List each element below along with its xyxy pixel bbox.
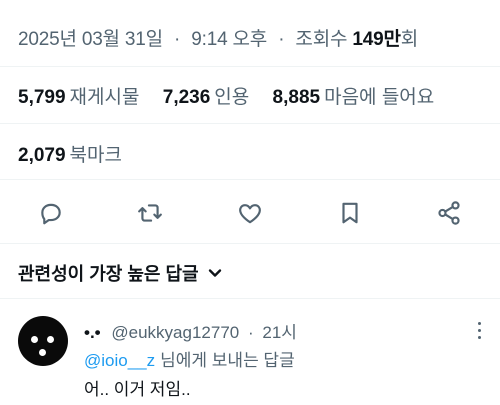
meta-separator: · <box>174 29 181 50</box>
stat-reposts[interactable]: 5,799 재게시물 <box>18 82 139 109</box>
mention-link[interactable]: @ioio__z <box>84 351 155 370</box>
views-count: 149만 <box>352 29 401 50</box>
meta-separator: · <box>247 323 254 342</box>
stat-label: 재게시물 <box>69 87 140 108</box>
stat-label: 북마크 <box>69 145 122 166</box>
reply-button[interactable] <box>34 196 68 230</box>
repost-button[interactable] <box>133 196 167 230</box>
divider <box>0 66 500 67</box>
avatar[interactable] <box>18 316 68 366</box>
stat-likes[interactable]: 8,885 마음에 들어요 <box>273 82 435 109</box>
engagement-stats: 5,799 재게시물 7,236 인용 8,885 마음에 들어요 <box>18 82 452 109</box>
reply-sort-dropdown[interactable]: 관련성이 가장 높은 답글 <box>18 260 223 286</box>
more-options-button[interactable] <box>470 318 490 342</box>
replying-to-line: @ioio__z 님에게 보내는 답글 <box>84 346 295 371</box>
stat-label: 인용 <box>214 87 250 108</box>
post-timestamp-row: 2025년 03월 31일 · 9:14 오후 · 조회수 149만회 <box>18 24 418 51</box>
share-button[interactable] <box>432 196 466 230</box>
post-time[interactable]: 9:14 오후 <box>191 29 267 50</box>
action-bar <box>0 190 500 234</box>
repost-icon <box>138 204 162 222</box>
divider <box>0 243 500 244</box>
divider <box>0 179 500 180</box>
post-date: 2025년 03월 31일 <box>18 29 163 50</box>
stat-label: 마음에 들어요 <box>324 87 435 108</box>
reply-text: 어.. 이거 저임.. <box>84 380 191 399</box>
like-button[interactable] <box>233 196 267 230</box>
meta-separator: · <box>278 29 285 50</box>
stat-count: 5,799 <box>18 87 66 108</box>
views-suffix: 회 <box>400 29 419 50</box>
replying-suffix: 님에게 보내는 답글 <box>160 351 295 370</box>
share-icon <box>438 201 460 225</box>
like-icon <box>239 204 261 224</box>
stat-quotes[interactable]: 7,236 인용 <box>163 82 250 109</box>
stat-count: 8,885 <box>272 87 321 108</box>
divider <box>0 123 500 124</box>
reply-icon <box>41 203 61 225</box>
bookmark-icon <box>342 202 358 224</box>
sort-label: 관련성이 가장 높은 답글 <box>18 264 199 284</box>
stat-bookmarks[interactable]: 2,079 북마크 <box>18 140 140 167</box>
reply-time[interactable]: 21시 <box>262 323 297 342</box>
stat-count: 7,236 <box>162 87 211 108</box>
chevron-down-icon <box>208 269 221 277</box>
reply-item[interactable]: •.• @eukkyag12770 · 21시 @ioio__z 님에게 보내는 … <box>0 298 500 405</box>
views-label: 조회수 <box>295 29 348 50</box>
bookmark-button[interactable] <box>333 196 367 230</box>
stat-count: 2,079 <box>18 145 66 166</box>
reply-handle[interactable]: @eukkyag12770 <box>111 323 239 342</box>
reply-display-name[interactable]: •.• <box>84 323 101 342</box>
reply-header: •.• @eukkyag12770 · 21시 <box>84 318 297 343</box>
more-vertical-icon <box>478 322 481 325</box>
